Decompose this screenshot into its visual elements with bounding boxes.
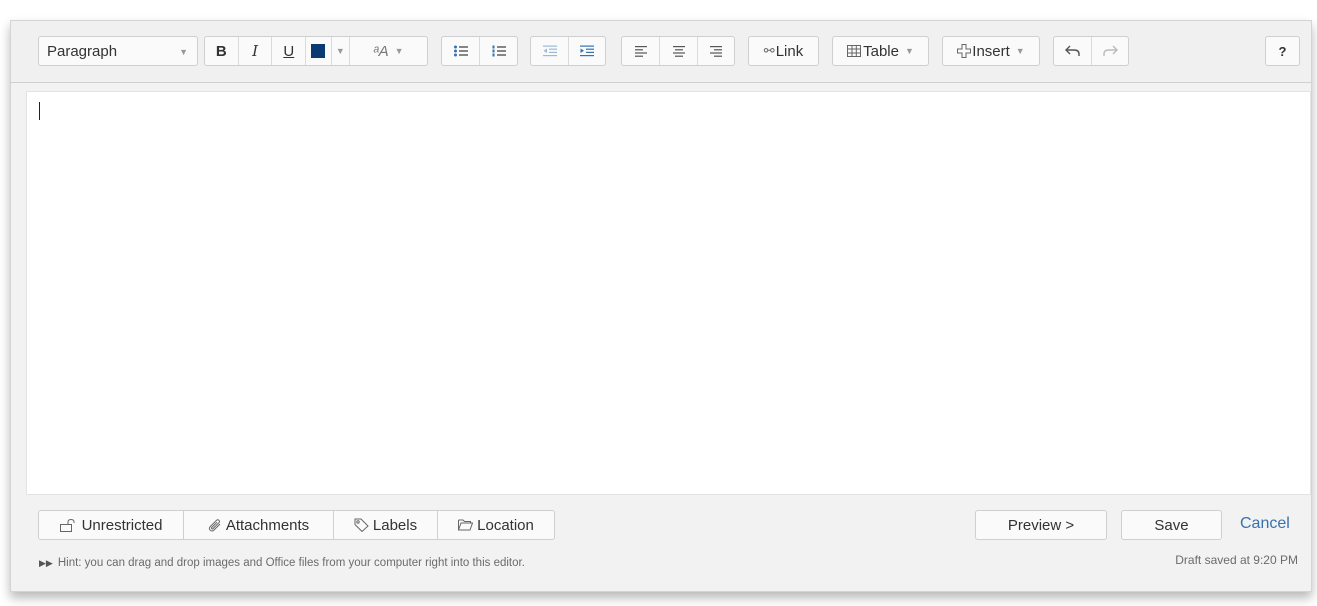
chevron-down-icon: ▼ (179, 47, 188, 57)
restrictions-button[interactable]: Unrestricted (38, 510, 184, 540)
unlock-icon (59, 518, 78, 532)
outdent-icon (542, 45, 557, 57)
align-center-button[interactable] (660, 37, 698, 65)
fast-forward-icon: ▶▶ (39, 558, 53, 568)
redo-icon (1102, 45, 1118, 56)
editor-content-area[interactable] (26, 91, 1311, 495)
text-color-dropdown[interactable]: ▼ (332, 37, 350, 65)
table-group: Table ▼ (832, 36, 929, 66)
bold-button[interactable]: B (205, 37, 239, 65)
cancel-link[interactable]: Cancel (1240, 515, 1290, 533)
indent-icon (580, 45, 594, 57)
align-left-icon (634, 45, 647, 57)
plus-icon (957, 44, 972, 58)
editor-hint: ▶▶ Hint: you can drag and drop images and… (39, 557, 525, 569)
text-color-swatch (311, 44, 326, 58)
paragraph-style-select[interactable]: Paragraph ▼ (38, 36, 198, 66)
tag-icon (354, 518, 369, 532)
numbered-list-button[interactable] (480, 37, 517, 65)
align-left-button[interactable] (622, 37, 660, 65)
list-group (441, 36, 518, 66)
location-button[interactable]: Location (437, 510, 555, 540)
text-cursor (39, 102, 40, 120)
attachments-label: Attachments (225, 516, 310, 534)
text-format-group: B I U ▼ ᵃA ▼ (204, 36, 428, 66)
link-button[interactable]: ⚯ Link (749, 37, 818, 65)
table-button[interactable]: Table ▼ (833, 37, 928, 65)
help-button[interactable]: ? (1266, 37, 1299, 65)
chevron-down-icon: ▼ (335, 46, 345, 56)
draft-status: Draft saved at 9:20 PM (1175, 553, 1298, 567)
labels-label: Labels (372, 516, 418, 534)
insert-group: Insert ▼ (942, 36, 1040, 66)
hint-text: Hint: you can drag and drop images and O… (57, 557, 525, 569)
paperclip-icon (208, 518, 222, 532)
redo-button[interactable] (1092, 37, 1128, 65)
align-right-button[interactable] (698, 37, 734, 65)
undo-button[interactable] (1054, 37, 1092, 65)
outdent-button[interactable] (531, 37, 569, 65)
labels-button[interactable]: Labels (333, 510, 438, 540)
undo-icon (1065, 45, 1080, 56)
save-button[interactable]: Save (1121, 510, 1222, 540)
table-icon (847, 45, 862, 57)
font-size-button[interactable]: ᵃA ▼ (350, 37, 427, 65)
chevron-down-icon: ▼ (1015, 46, 1025, 56)
insert-label: Insert (972, 42, 1010, 60)
numbered-list-icon (492, 45, 506, 57)
bullet-list-button[interactable] (442, 37, 480, 65)
link-icon: ⚯ (763, 43, 775, 58)
link-label: Link (775, 42, 804, 60)
location-label: Location (477, 516, 534, 534)
font-size-icon: ᵃA (373, 42, 389, 60)
preview-button[interactable]: Preview > (975, 510, 1107, 540)
align-center-icon (672, 45, 685, 57)
indent-group (530, 36, 606, 66)
indent-button[interactable] (569, 37, 605, 65)
underline-button[interactable]: U (272, 37, 307, 65)
chevron-down-icon: ▼ (904, 46, 914, 56)
insert-button[interactable]: Insert ▼ (943, 37, 1039, 65)
table-label: Table (863, 42, 899, 60)
italic-button[interactable]: I (239, 37, 273, 65)
folder-icon (458, 519, 474, 531)
toolbar: Paragraph ▼ B I U ▼ ᵃA ▼ ⚯ Link Table ▼ … (11, 21, 1311, 83)
help-group: ? (1265, 36, 1300, 66)
paragraph-style-value: Paragraph (47, 42, 118, 60)
text-color-button[interactable] (306, 37, 332, 65)
link-group: ⚯ Link (748, 36, 819, 66)
chevron-down-icon: ▼ (394, 46, 404, 56)
alignment-group (621, 36, 735, 66)
editor-window: Paragraph ▼ B I U ▼ ᵃA ▼ ⚯ Link Table ▼ … (10, 20, 1312, 592)
attachments-button[interactable]: Attachments (183, 510, 334, 540)
bullet-list-icon (453, 45, 468, 57)
history-group (1053, 36, 1129, 66)
restrictions-label: Unrestricted (81, 516, 163, 534)
align-right-icon (710, 45, 722, 57)
